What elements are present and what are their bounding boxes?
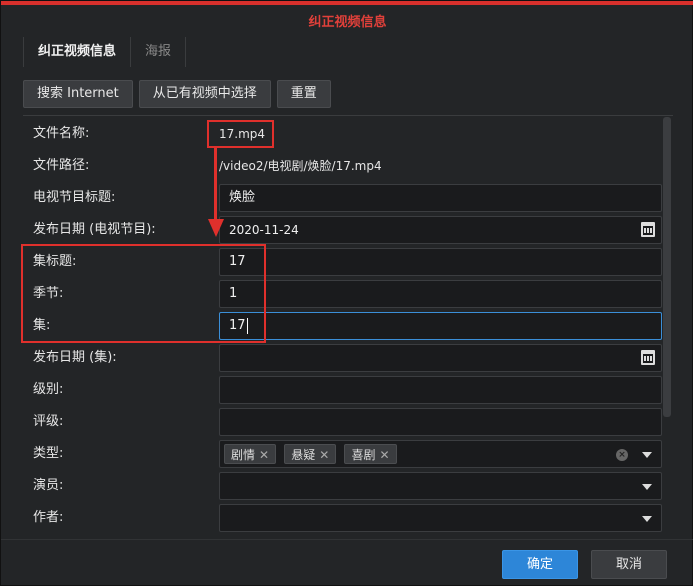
row-file-path: 文件路径: /video2/电视剧/焕脸/17.mp4: [23, 150, 673, 182]
episode-release-date-label: 发布日期 (集):: [33, 350, 117, 365]
dialog-title: 纠正视频信息: [308, 15, 387, 30]
dropdown-arrow-icon[interactable]: [642, 516, 652, 522]
row-rating: 评级:: [23, 406, 673, 438]
tv-release-date-value: 2020-11-24: [229, 223, 299, 237]
genre-label: 类型:: [33, 446, 64, 461]
tv-release-date-label: 发布日期 (电视节目):: [33, 222, 156, 237]
toolbar: 搜索 Internet 从已有视频中选择 重置: [23, 80, 331, 108]
rating-input[interactable]: [219, 408, 662, 436]
episode-input[interactable]: 17: [219, 312, 662, 340]
level-input[interactable]: [219, 376, 662, 404]
tv-release-date-input[interactable]: 2020-11-24: [219, 216, 662, 244]
annotation-file-name-box: [207, 120, 274, 148]
file-path-label: 文件路径:: [33, 158, 90, 173]
actors-label: 演员:: [33, 478, 64, 493]
ok-button[interactable]: 确定: [502, 550, 578, 579]
file-path-value: /video2/电视剧/焕脸/17.mp4: [219, 159, 382, 173]
writers-label: 作者:: [33, 510, 64, 525]
row-level: 级别:: [23, 374, 673, 406]
season-input[interactable]: 1: [219, 280, 662, 308]
tv-title-input[interactable]: 焕脸: [219, 184, 662, 212]
file-name-label: 文件名称:: [33, 126, 90, 141]
calendar-icon[interactable]: [641, 350, 655, 365]
rating-label: 评级:: [33, 414, 64, 429]
select-existing-video-button[interactable]: 从已有视频中选择: [138, 80, 271, 108]
annotation-arrow-shaft: [214, 148, 217, 223]
episode-title-input[interactable]: 17: [219, 248, 662, 276]
genre-tag-label: 喜剧: [351, 448, 376, 462]
search-internet-button[interactable]: 搜索 Internet: [23, 80, 133, 108]
genre-tag-input[interactable]: 剧情 ✕ 悬疑 ✕ 喜剧 ✕ ×: [219, 440, 662, 468]
tag-remove-icon[interactable]: ✕: [319, 448, 329, 462]
annotation-arrow-head: [208, 219, 224, 237]
row-genre: 类型: 剧情 ✕ 悬疑 ✕ 喜剧 ✕ ×: [23, 438, 673, 470]
episode-release-date-input[interactable]: [219, 344, 662, 372]
tv-title-label: 电视节目标题:: [33, 190, 116, 205]
genre-tag-label: 剧情: [231, 448, 256, 462]
annotation-episode-fields-box: [21, 244, 266, 343]
row-file-name: 文件名称: 17.mp4: [23, 118, 673, 150]
clear-icon[interactable]: ×: [616, 449, 628, 461]
dropdown-arrow-icon[interactable]: [642, 452, 652, 458]
correct-video-info-dialog: 纠正视频信息 纠正视频信息 海报 搜索 Internet 从已有视频中选择 重置…: [0, 0, 693, 586]
genre-tag: 剧情 ✕: [224, 444, 277, 464]
tab-correct-info[interactable]: 纠正视频信息: [23, 37, 132, 67]
reset-button[interactable]: 重置: [276, 80, 331, 108]
cancel-button[interactable]: 取消: [591, 550, 667, 579]
row-writers: 作者:: [23, 502, 673, 534]
genre-tag: 悬疑 ✕: [284, 444, 337, 464]
tab-bar: 纠正视频信息 海报: [23, 37, 187, 67]
calendar-icon[interactable]: [641, 222, 655, 237]
genre-tag: 喜剧 ✕: [344, 444, 397, 464]
row-episode-release-date: 发布日期 (集):: [23, 342, 673, 374]
tag-remove-icon[interactable]: ✕: [379, 448, 389, 462]
level-label: 级别:: [33, 382, 64, 397]
writers-select[interactable]: [219, 504, 662, 532]
row-tv-release-date: 发布日期 (电视节目): 2020-11-24: [23, 214, 673, 246]
row-actors: 演员:: [23, 470, 673, 502]
row-tv-title: 电视节目标题: 焕脸: [23, 182, 673, 214]
dialog-footer: 确定 取消: [1, 539, 693, 586]
top-accent-line: [1, 1, 693, 5]
genre-tag-label: 悬疑: [291, 448, 316, 462]
form-scrollbar[interactable]: [663, 117, 671, 417]
dropdown-arrow-icon[interactable]: [642, 484, 652, 490]
actors-select[interactable]: [219, 472, 662, 500]
tab-poster[interactable]: 海报: [131, 37, 187, 67]
tag-remove-icon[interactable]: ✕: [259, 448, 269, 462]
